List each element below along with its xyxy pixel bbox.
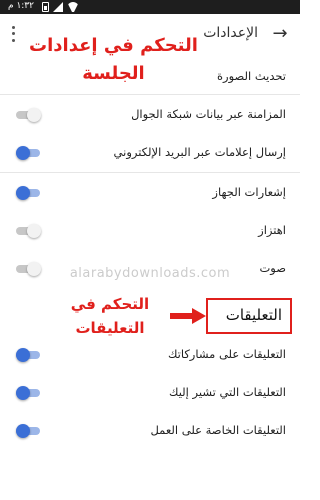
setting-vibrate[interactable]: اهتزاز: [0, 216, 300, 246]
setting-label: إرسال إعلامات عبر البريد الإلكتروني: [113, 145, 286, 159]
setting-email-notifications[interactable]: إرسال إعلامات عبر البريد الإلكتروني: [0, 138, 300, 168]
status-icons: [42, 2, 79, 12]
setting-label: تحديث الصورة: [217, 69, 286, 83]
section-title: التعليقات: [225, 306, 282, 324]
status-bar: ١:٣٢ م: [0, 0, 300, 14]
toggle-switch[interactable]: [16, 186, 42, 200]
toggle-switch[interactable]: [16, 224, 42, 238]
toggle-switch[interactable]: [16, 386, 42, 400]
setting-label: التعليقات التي تشير إليك: [169, 385, 286, 399]
arrow-pointer-icon: [170, 308, 206, 324]
more-vert-icon[interactable]: [8, 24, 18, 44]
annotation-session-settings: التحكم في إعدادات الجلسة: [29, 35, 198, 84]
setting-label: إشعارات الجهاز: [212, 185, 286, 199]
toggle-switch[interactable]: [16, 424, 42, 438]
wifi-icon: [67, 2, 79, 12]
toggle-switch[interactable]: [16, 146, 42, 160]
setting-comments-mentioning-you[interactable]: التعليقات التي تشير إليك: [0, 378, 300, 408]
setting-label: التعليقات الخاصة على العمل: [150, 423, 286, 437]
divider: [0, 94, 300, 95]
annotation-comments-control: التحكم في التعليقات: [70, 295, 150, 337]
setting-mobile-data-sync[interactable]: المزامنة عبر بيانات شبكة الجوال: [0, 100, 300, 130]
setting-private-comments-on-work[interactable]: التعليقات الخاصة على العمل: [0, 416, 300, 446]
divider: [0, 172, 300, 173]
setting-comments-on-posts[interactable]: التعليقات على مشاركاتك: [0, 340, 300, 370]
setting-label: اهتزاز: [258, 223, 286, 237]
toggle-switch[interactable]: [16, 348, 42, 362]
status-time: ١:٣٢ م: [8, 1, 34, 11]
signal-icon: [53, 2, 63, 12]
setting-device-notifications[interactable]: إشعارات الجهاز: [0, 178, 300, 208]
toggle-switch[interactable]: [16, 108, 42, 122]
arrow-right-icon[interactable]: →: [270, 24, 290, 44]
watermark: alarabydownloads.com: [69, 266, 231, 281]
battery-icon: [42, 2, 49, 12]
setting-label: المزامنة عبر بيانات شبكة الجوال: [131, 107, 286, 121]
page-title: الإعدادات: [203, 25, 258, 41]
setting-label: التعليقات على مشاركاتك: [167, 347, 286, 361]
comments-section-header: التعليقات: [206, 298, 292, 334]
